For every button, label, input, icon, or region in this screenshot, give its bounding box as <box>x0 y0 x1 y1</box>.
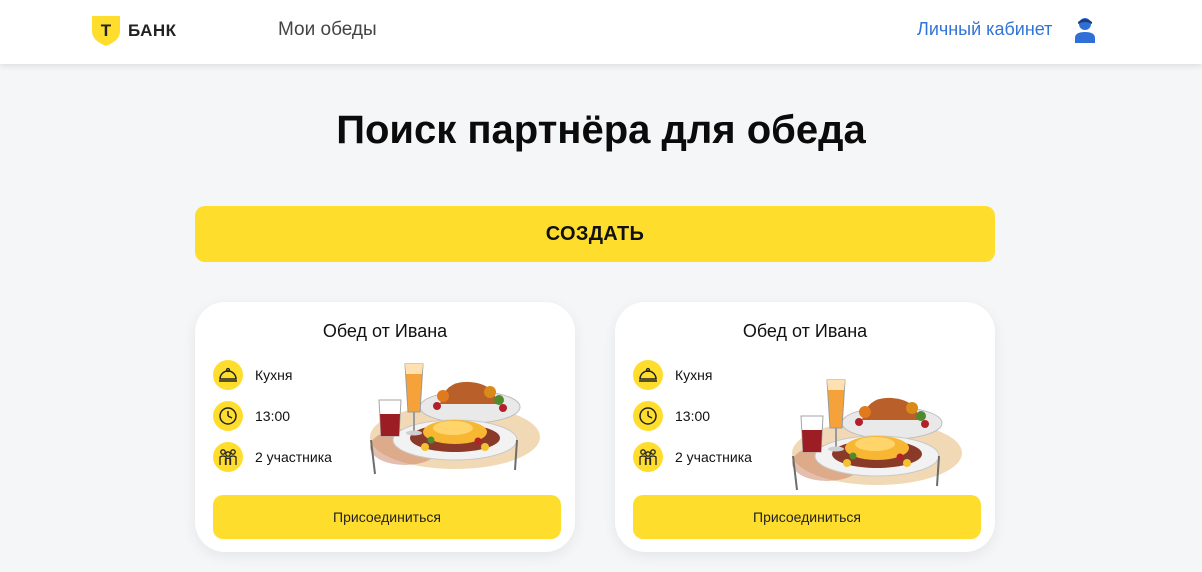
time-value: 13:00 <box>675 408 711 424</box>
participants-count: 2 участника <box>255 449 332 465</box>
card-title: Обед от Ивана <box>742 321 868 341</box>
create-button[interactable]: СОЗДАТЬ <box>195 206 995 262</box>
join-button[interactable]: Присоединиться <box>213 495 561 539</box>
people-icon <box>213 442 243 472</box>
logo-text: БАНК <box>128 21 177 40</box>
t-bank-shield-icon: Т <box>92 16 120 46</box>
time-value: 13:00 <box>255 408 291 424</box>
cuisine-row: Кухня <box>633 360 712 390</box>
card-title: Обед от Ивана <box>322 321 448 341</box>
page-title: Поиск партнёра для обеда <box>336 108 866 152</box>
clock-icon <box>633 401 663 431</box>
time-row: 13:00 <box>213 401 290 431</box>
people-icon <box>633 442 663 472</box>
top-header: Т БАНК Мои обеды Личный кабинет <box>0 0 1202 64</box>
lunch-card: Обед от Ивана Кухня 13:00 2 участника Пр… <box>195 302 575 552</box>
participants-count: 2 участника <box>675 449 752 465</box>
join-button[interactable]: Присоединиться <box>633 495 981 539</box>
cuisine-label: Кухня <box>255 367 293 383</box>
user-icon[interactable] <box>1073 17 1097 43</box>
cloche-icon <box>213 360 243 390</box>
logo-letter: Т <box>101 21 112 40</box>
lunch-card: Обед от Ивана Кухня 13:00 2 участника Пр… <box>615 302 995 552</box>
personal-cabinet-link[interactable]: Личный кабинет <box>917 19 1052 40</box>
participants-row: 2 участника <box>213 442 332 472</box>
cuisine-label: Кухня <box>675 367 713 383</box>
nav-my-lunches[interactable]: Мои обеды <box>278 19 377 41</box>
t-bank-logo[interactable]: Т БАНК <box>92 16 177 46</box>
lunch-illustration <box>370 363 540 475</box>
time-row: 13:00 <box>633 401 710 431</box>
cloche-icon <box>633 360 663 390</box>
clock-icon <box>213 401 243 431</box>
lunch-illustration <box>792 379 962 491</box>
cuisine-row: Кухня <box>213 360 292 390</box>
participants-row: 2 участника <box>633 442 752 472</box>
